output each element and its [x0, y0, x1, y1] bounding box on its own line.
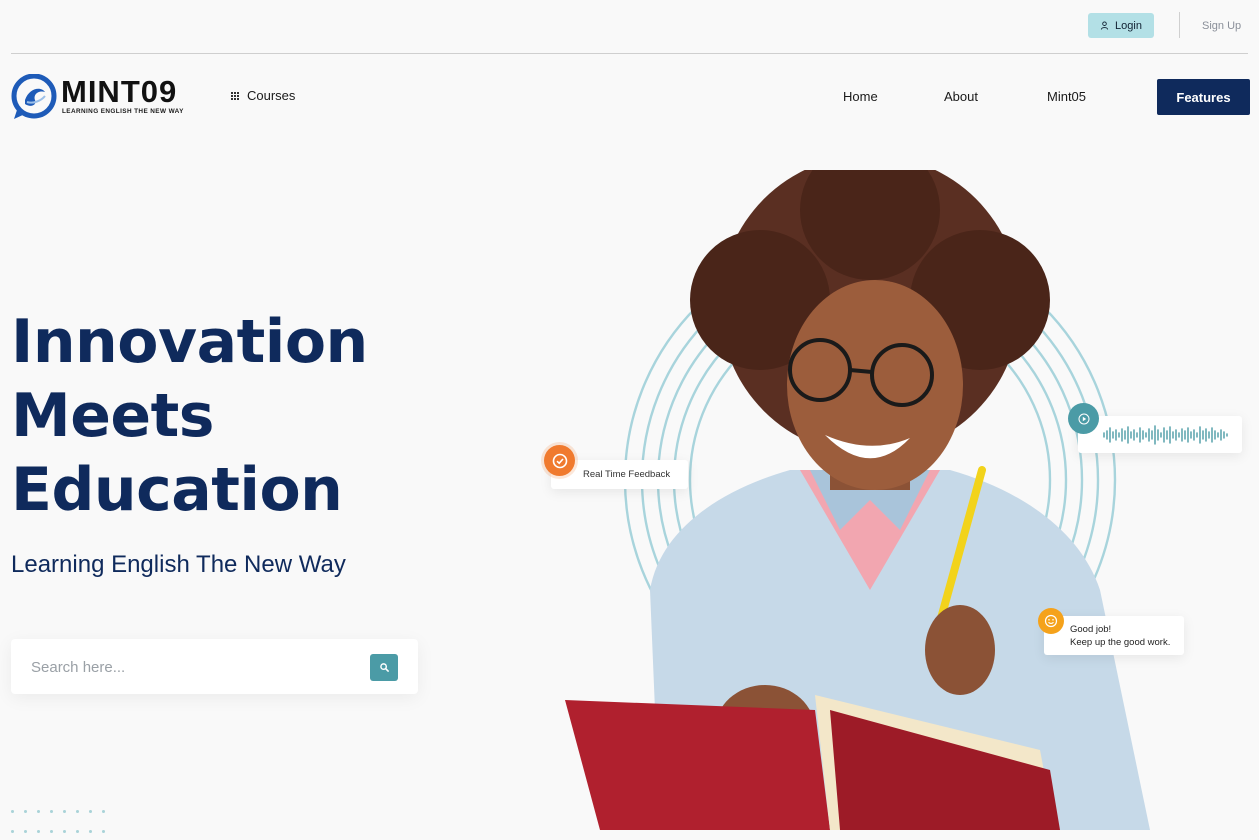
login-button[interactable]: Login — [1088, 13, 1154, 38]
logo-wordmark: MINT09 — [61, 74, 178, 109]
student-photo — [565, 170, 1150, 830]
signup-link[interactable]: Sign Up — [1202, 20, 1241, 32]
logo-tagline: LEARNING ENGLISH THE NEW WAY — [62, 108, 184, 115]
header-divider — [11, 53, 1248, 54]
check-circle-icon — [544, 445, 575, 476]
hero-illustration — [540, 170, 1259, 830]
login-label: Login — [1115, 19, 1142, 32]
good-job-line1: Good job! — [1070, 624, 1112, 635]
audio-card — [1078, 416, 1242, 453]
feedback-label: Real Time Feedback — [583, 469, 671, 480]
search-icon — [379, 663, 389, 672]
nav-about[interactable]: About — [944, 89, 978, 104]
hero-subtitle: Learning English The New Way — [11, 551, 346, 578]
good-job-card: Good job! Keep up the good work. — [1044, 616, 1184, 655]
search-input[interactable] — [31, 654, 351, 680]
courses-menu[interactable]: Courses — [231, 88, 295, 103]
play-icon[interactable] — [1068, 403, 1099, 434]
search-button[interactable] — [370, 654, 398, 681]
grid-icon — [231, 91, 239, 100]
site-logo[interactable]: MINT09 LEARNING ENGLISH THE NEW WAY — [11, 72, 196, 122]
logo-chat-bubble-icon — [11, 74, 57, 119]
smile-icon — [1038, 608, 1064, 634]
top-utility-bar: Login Sign Up — [0, 0, 1259, 54]
features-button[interactable]: Features — [1157, 79, 1250, 115]
hero-title-line: Education — [11, 455, 343, 525]
search-bar — [11, 639, 418, 694]
hero-title-line: Innovation — [11, 307, 368, 377]
topbar-divider — [1179, 12, 1180, 38]
waveform-graphic — [1103, 425, 1228, 445]
nav-mint05[interactable]: Mint05 — [1047, 89, 1086, 104]
good-job-line2: Keep up the good work. — [1070, 637, 1171, 648]
user-icon — [1100, 21, 1109, 30]
nav-home[interactable]: Home — [843, 89, 878, 104]
courses-label: Courses — [247, 88, 296, 103]
hero-title-line: Meets — [11, 381, 214, 451]
hero-title: Innovation Meets Education — [11, 305, 368, 527]
decorative-dot-grid — [11, 810, 131, 840]
